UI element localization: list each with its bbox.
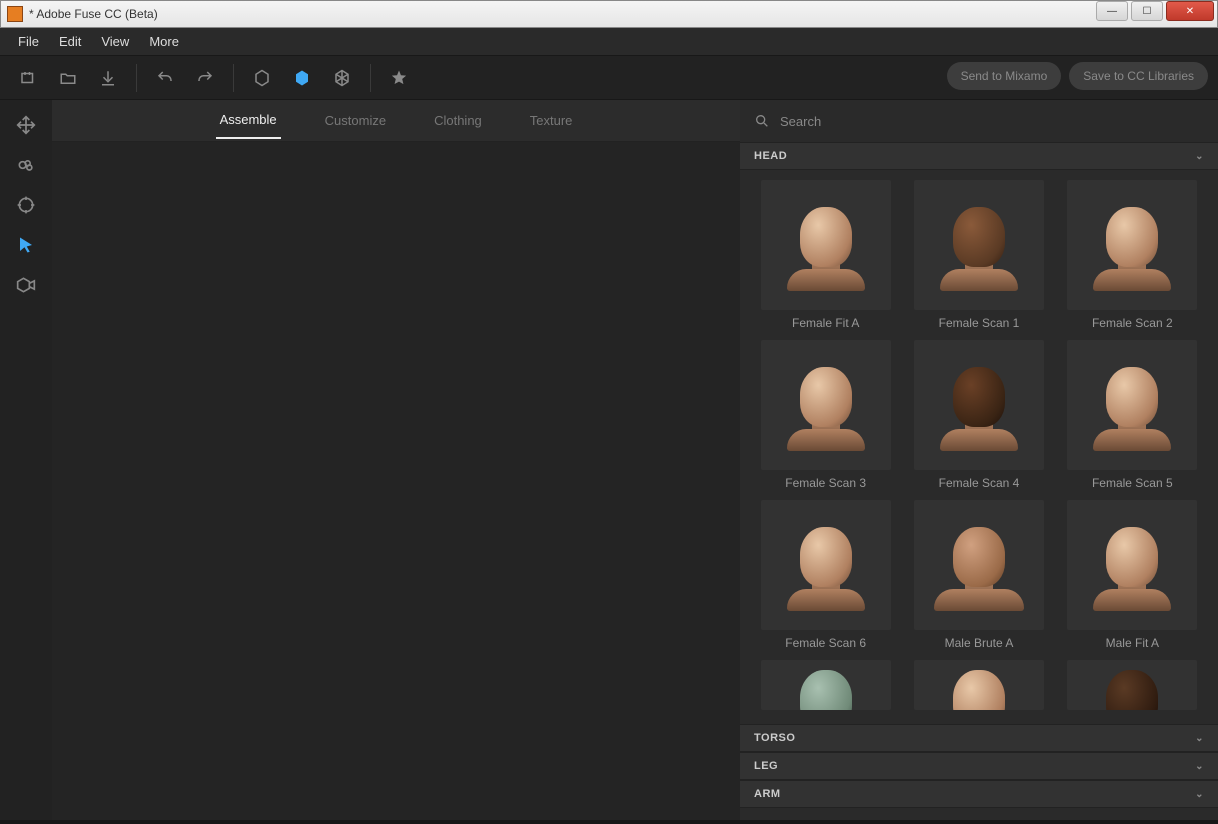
asset-label: Female Scan 5 bbox=[1092, 476, 1173, 490]
section-title: TORSO bbox=[754, 732, 795, 744]
save-to-cc-libraries-button[interactable]: Save to CC Libraries bbox=[1069, 62, 1208, 90]
chevron-down-icon: ⌄ bbox=[1195, 733, 1204, 744]
chevron-down-icon: ⌄ bbox=[1195, 789, 1204, 800]
search-input[interactable] bbox=[780, 114, 1204, 129]
asset-item[interactable]: Female Scan 1 bbox=[907, 180, 1050, 330]
menu-bar: File Edit View More bbox=[0, 28, 1218, 56]
asset-thumb bbox=[914, 500, 1044, 630]
search-row bbox=[740, 100, 1218, 142]
top-toolbar: Send to Mixamo Save to CC Libraries bbox=[0, 56, 1218, 100]
asset-thumb bbox=[761, 180, 891, 310]
asset-thumb bbox=[761, 340, 891, 470]
asset-item[interactable]: Female Scan 4 bbox=[907, 340, 1050, 490]
asset-thumb bbox=[1067, 180, 1197, 310]
tab-customize[interactable]: Customize bbox=[321, 103, 390, 138]
mode-tabs: Assemble Customize Clothing Texture bbox=[52, 100, 740, 142]
window-controls: — ☐ ✕ bbox=[1096, 1, 1217, 27]
section-head-leg[interactable]: LEG ⌄ bbox=[740, 752, 1218, 780]
smudge-tool-icon[interactable] bbox=[15, 154, 37, 176]
center-area: Assemble Customize Clothing Texture bbox=[52, 100, 740, 820]
asset-thumb bbox=[1067, 500, 1197, 630]
asset-label: Female Scan 1 bbox=[939, 316, 1020, 330]
asset-panel: HEAD ⌄ Female Fit A Female Scan 1 Female… bbox=[740, 100, 1218, 820]
undo-icon[interactable] bbox=[147, 60, 183, 96]
star-icon[interactable] bbox=[381, 60, 417, 96]
toolbar-divider bbox=[370, 64, 371, 92]
asset-thumb bbox=[914, 660, 1044, 710]
maximize-button[interactable]: ☐ bbox=[1131, 1, 1163, 21]
toolbar-divider bbox=[136, 64, 137, 92]
section-title: HEAD bbox=[754, 150, 787, 162]
select-tool-icon[interactable] bbox=[15, 234, 37, 256]
menu-view[interactable]: View bbox=[91, 30, 139, 53]
menu-file[interactable]: File bbox=[8, 30, 49, 53]
minimize-button[interactable]: — bbox=[1096, 1, 1128, 21]
asset-thumb bbox=[761, 500, 891, 630]
section-head-head[interactable]: HEAD ⌄ bbox=[740, 142, 1218, 170]
search-icon bbox=[754, 113, 770, 129]
textured-icon[interactable] bbox=[324, 60, 360, 96]
section-title: LEG bbox=[754, 760, 778, 772]
asset-grid-head: Female Fit A Female Scan 1 Female Scan 2… bbox=[740, 170, 1218, 724]
asset-label: Male Fit A bbox=[1106, 636, 1159, 650]
app-icon bbox=[7, 6, 23, 22]
asset-item[interactable]: Female Scan 5 bbox=[1061, 340, 1204, 490]
save-icon[interactable] bbox=[90, 60, 126, 96]
tab-texture[interactable]: Texture bbox=[526, 103, 577, 138]
asset-label: Female Scan 6 bbox=[785, 636, 866, 650]
asset-panel-body[interactable]: HEAD ⌄ Female Fit A Female Scan 1 Female… bbox=[740, 142, 1218, 820]
asset-label: Female Scan 3 bbox=[785, 476, 866, 490]
asset-label: Female Scan 2 bbox=[1092, 316, 1173, 330]
asset-item[interactable] bbox=[907, 660, 1050, 710]
asset-item[interactable]: Female Scan 6 bbox=[754, 500, 897, 650]
window-title: * Adobe Fuse CC (Beta) bbox=[29, 7, 1096, 21]
chevron-down-icon: ⌄ bbox=[1195, 151, 1204, 162]
asset-label: Male Brute A bbox=[945, 636, 1014, 650]
left-tool-strip bbox=[0, 100, 52, 820]
menu-edit[interactable]: Edit bbox=[49, 30, 91, 53]
asset-thumb bbox=[914, 340, 1044, 470]
shaded-icon[interactable] bbox=[284, 60, 320, 96]
asset-item[interactable]: Female Fit A bbox=[754, 180, 897, 330]
target-tool-icon[interactable] bbox=[15, 194, 37, 216]
window-titlebar: * Adobe Fuse CC (Beta) — ☐ ✕ bbox=[0, 0, 1218, 28]
section-head-torso[interactable]: TORSO ⌄ bbox=[740, 724, 1218, 752]
asset-item[interactable] bbox=[1061, 660, 1204, 710]
section-title: ARM bbox=[754, 788, 781, 800]
asset-item[interactable]: Female Scan 2 bbox=[1061, 180, 1204, 330]
new-assembly-icon[interactable] bbox=[10, 60, 46, 96]
asset-thumb bbox=[1067, 660, 1197, 710]
toolbar-right: Send to Mixamo Save to CC Libraries bbox=[947, 62, 1208, 90]
asset-thumb bbox=[761, 660, 891, 710]
send-to-mixamo-button[interactable]: Send to Mixamo bbox=[947, 62, 1062, 90]
tab-assemble[interactable]: Assemble bbox=[216, 102, 281, 139]
chevron-down-icon: ⌄ bbox=[1195, 761, 1204, 772]
viewport-3d[interactable] bbox=[52, 142, 740, 820]
wireframe-icon[interactable] bbox=[244, 60, 280, 96]
open-icon[interactable] bbox=[50, 60, 86, 96]
close-button[interactable]: ✕ bbox=[1166, 1, 1214, 21]
camera-tool-icon[interactable] bbox=[15, 274, 37, 296]
asset-thumb bbox=[1067, 340, 1197, 470]
menu-more[interactable]: More bbox=[139, 30, 189, 53]
window-bottom-border bbox=[0, 820, 1218, 824]
asset-label: Female Fit A bbox=[792, 316, 859, 330]
asset-item[interactable] bbox=[754, 660, 897, 710]
move-tool-icon[interactable] bbox=[15, 114, 37, 136]
asset-thumb bbox=[914, 180, 1044, 310]
toolbar-divider bbox=[233, 64, 234, 92]
redo-icon[interactable] bbox=[187, 60, 223, 96]
asset-item[interactable]: Male Brute A bbox=[907, 500, 1050, 650]
section-head-arm[interactable]: ARM ⌄ bbox=[740, 780, 1218, 808]
asset-label: Female Scan 4 bbox=[939, 476, 1020, 490]
tab-clothing[interactable]: Clothing bbox=[430, 103, 486, 138]
asset-item[interactable]: Female Scan 3 bbox=[754, 340, 897, 490]
asset-item[interactable]: Male Fit A bbox=[1061, 500, 1204, 650]
